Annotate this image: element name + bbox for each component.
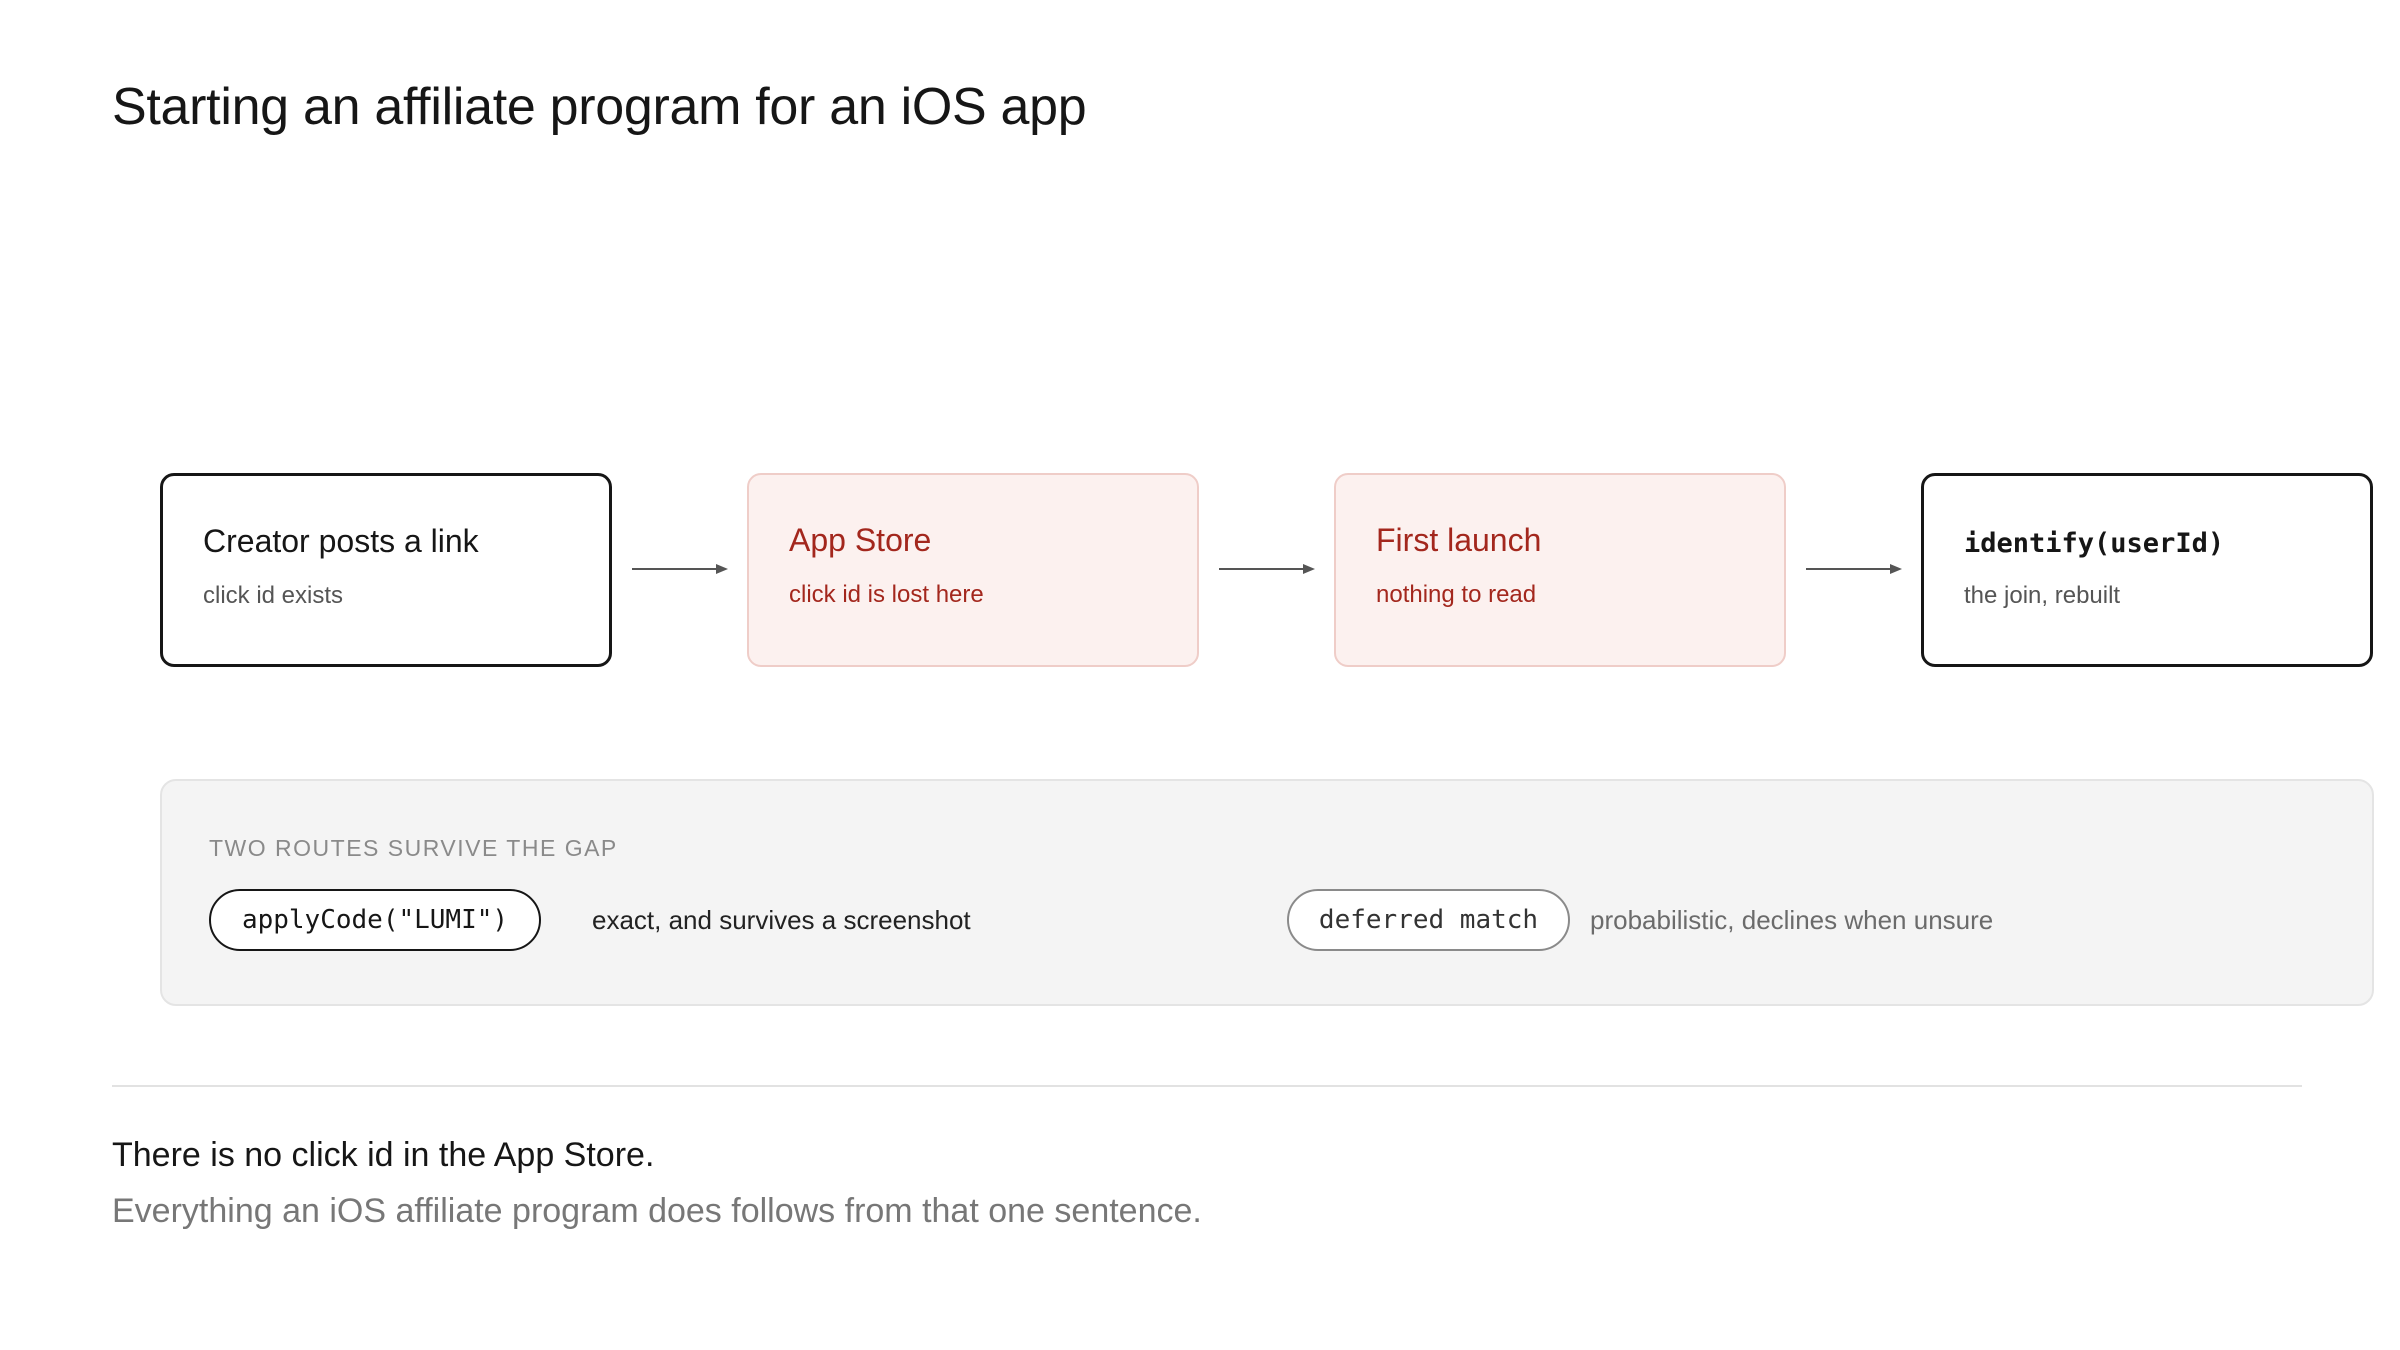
flow-node-first-launch: First launch nothing to read xyxy=(1334,473,1786,667)
route-code-pill: deferred match xyxy=(1287,889,1570,951)
route-description: probabilistic, declines when unsure xyxy=(1590,905,1994,935)
flow-node-creator-link: Creator posts a link click id exists xyxy=(160,473,612,667)
routes-label: TWO ROUTES SURVIVE THE GAP xyxy=(209,835,618,861)
flow-node-identify: identify(userId) the join, rebuilt xyxy=(1921,473,2373,667)
flow-node-title: First launch xyxy=(1376,522,1542,558)
page-title: Starting an affiliate program for an iOS… xyxy=(112,78,1087,136)
flow-node-subtitle: nothing to read xyxy=(1376,581,1537,608)
flow-node-subtitle: click id exists xyxy=(203,582,344,609)
flow-arrow xyxy=(1806,564,1902,574)
flow-node-title: identify(userId) xyxy=(1964,528,2225,559)
route-description: exact, and survives a screenshot xyxy=(592,905,971,935)
flow-node-title: App Store xyxy=(789,522,932,558)
footer-subline: Everything an iOS affiliate program does… xyxy=(112,1192,1202,1230)
flow-arrow xyxy=(632,564,728,574)
flow-node-app-store: App Store click id is lost here xyxy=(747,473,1199,667)
footer-headline: There is no click id in the App Store. xyxy=(112,1136,655,1174)
route-code-pill: applyCode("LUMI") xyxy=(209,889,541,951)
routes-panel: TWO ROUTES SURVIVE THE GAP applyCode("LU… xyxy=(160,779,2374,1006)
flow-node-title: Creator posts a link xyxy=(203,523,479,559)
flow-node-subtitle: the join, rebuilt xyxy=(1964,582,2121,609)
flow-arrow xyxy=(1219,564,1315,574)
flow-node-subtitle: click id is lost here xyxy=(789,581,984,608)
divider xyxy=(112,1085,2302,1087)
